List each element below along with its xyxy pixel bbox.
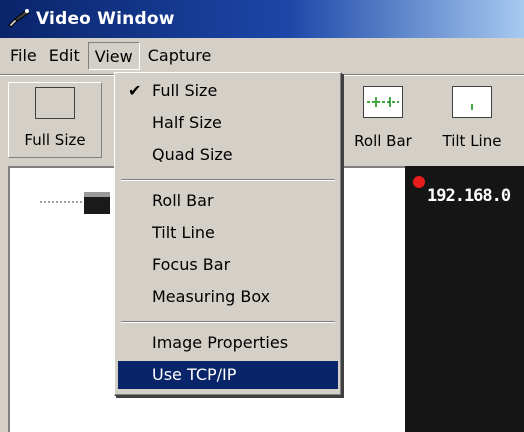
menu-item-label: Use TCP/IP <box>152 365 237 384</box>
video-feed[interactable]: 192.168.0 <box>405 166 524 432</box>
recording-indicator-icon <box>413 176 425 188</box>
check-icon: ✔ <box>128 81 142 100</box>
full-size-icon <box>35 87 75 119</box>
menu-item-label: Focus Bar <box>152 255 231 274</box>
menu-item-label: Tilt Line <box>152 223 215 242</box>
menu-view[interactable]: View <box>87 42 140 70</box>
view-menu-dropdown: ✔ Full Size Half Size Quad Size Roll Bar… <box>114 72 342 396</box>
view-menu-focus-bar[interactable]: Focus Bar <box>118 251 338 279</box>
menu-item-label: Roll Bar <box>152 191 214 210</box>
menu-edit[interactable]: Edit <box>43 42 86 70</box>
roll-bar-icon <box>363 86 403 118</box>
menu-item-label: Quad Size <box>152 145 233 164</box>
view-menu-half-size[interactable]: Half Size <box>118 109 338 137</box>
full-size-button[interactable]: Full Size <box>8 82 102 158</box>
view-menu-tilt-line[interactable]: Tilt Line <box>118 219 338 247</box>
roll-bar-button[interactable]: Roll Bar <box>344 82 422 158</box>
menu-item-label: Full Size <box>152 81 218 100</box>
menu-separator <box>121 321 335 323</box>
view-menu-full-size[interactable]: ✔ Full Size <box>118 77 338 105</box>
menu-separator <box>121 179 335 181</box>
view-menu-use-tcp-ip[interactable]: Use TCP/IP <box>118 361 338 389</box>
tilt-line-button[interactable]: Tilt Line <box>432 82 512 158</box>
camera-app-icon <box>8 9 30 28</box>
view-menu-measuring-box[interactable]: Measuring Box <box>118 283 338 311</box>
tilt-line-icon <box>452 86 492 118</box>
title-bar[interactable]: Video Window <box>0 0 524 38</box>
window-title: Video Window <box>36 9 175 29</box>
menu-capture[interactable]: Capture <box>142 42 218 70</box>
tilt-line-label: Tilt Line <box>442 132 502 150</box>
view-menu-quad-size[interactable]: Quad Size <box>118 141 338 169</box>
menu-item-label: Half Size <box>152 113 222 132</box>
full-size-label: Full Size <box>24 131 86 149</box>
roll-bar-label: Roll Bar <box>354 132 412 150</box>
menu-item-label: Image Properties <box>152 333 289 352</box>
menu-item-label: Measuring Box <box>152 287 271 306</box>
menu-bar: File Edit View Capture <box>0 38 524 74</box>
video-window: Video Window File Edit View Capture Full… <box>0 0 524 432</box>
menu-file[interactable]: File <box>4 42 43 70</box>
view-menu-roll-bar[interactable]: Roll Bar <box>118 187 338 215</box>
view-menu-image-properties[interactable]: Image Properties <box>118 329 338 357</box>
video-overlay-text: 192.168.0 <box>427 186 511 206</box>
